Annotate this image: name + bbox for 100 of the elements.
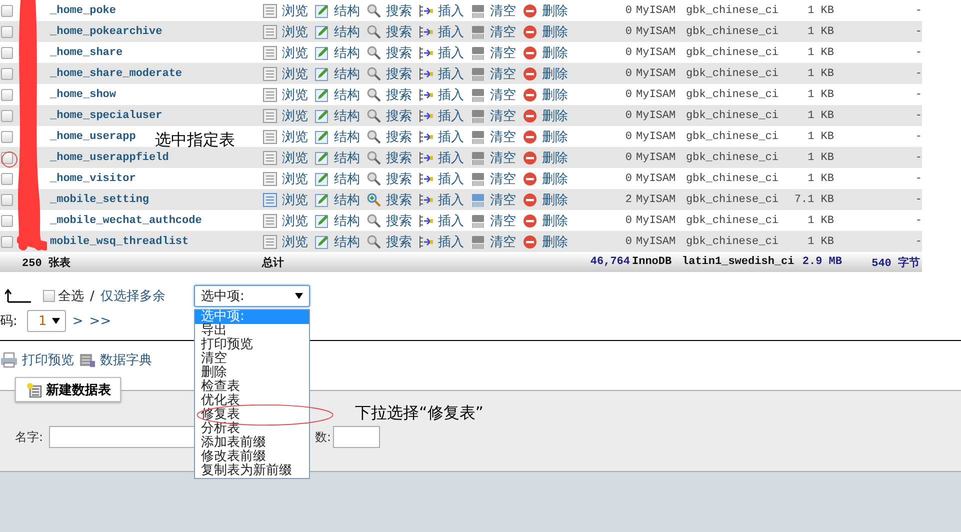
edit-table-icon[interactable] [314,44,330,60]
delete-icon[interactable] [522,150,538,166]
action-link[interactable]: 清空 [490,170,516,188]
dropdown-option[interactable]: 复制表为新前缀 [195,464,309,478]
action-link[interactable]: 删除 [542,128,568,146]
insert-row-icon[interactable] [418,86,434,102]
action-link[interactable]: 搜索 [386,232,412,250]
insert-row-icon[interactable] [418,44,434,60]
table-icon[interactable] [262,24,278,40]
action-link[interactable]: 浏览 [282,128,308,146]
table-name-link[interactable]: _home_specialuser [50,110,162,122]
action-link[interactable]: 删除 [542,2,568,20]
edit-table-icon[interactable] [314,2,330,18]
insert-row-icon[interactable] [418,234,434,250]
insert-row-icon[interactable] [418,66,434,82]
row-checkbox[interactable] [1,236,13,248]
action-link[interactable]: 搜索 [386,170,412,188]
table-icon[interactable] [262,44,278,60]
next-page-link[interactable]: > [72,314,84,328]
edit-table-icon[interactable] [314,108,330,124]
action-link[interactable]: 插入 [438,212,464,230]
action-link[interactable]: 浏览 [282,106,308,124]
shredder-icon[interactable] [470,24,486,40]
action-link[interactable]: 插入 [438,190,464,208]
row-checkbox[interactable] [1,46,13,58]
insert-row-icon[interactable] [418,108,434,124]
search-icon[interactable] [366,2,382,18]
shredder-icon[interactable] [470,192,486,208]
action-link[interactable]: 插入 [438,232,464,250]
search-icon[interactable] [366,44,382,60]
insert-row-icon[interactable] [418,2,434,18]
action-link[interactable]: 插入 [438,148,464,166]
delete-icon[interactable] [522,2,538,18]
action-link[interactable]: 浏览 [282,232,308,250]
action-link[interactable]: 插入 [438,2,464,20]
row-checkbox[interactable] [1,130,13,142]
edit-table-icon[interactable] [314,66,330,82]
table-icon[interactable] [262,128,278,144]
edit-table-icon[interactable] [314,86,330,102]
search-icon[interactable] [366,108,382,124]
action-link[interactable]: 结构 [334,128,360,146]
row-checkbox[interactable] [1,26,13,38]
shredder-icon[interactable] [470,234,486,250]
action-link[interactable]: 结构 [334,190,360,208]
dropdown-option[interactable]: 分析表 [195,422,309,436]
action-select[interactable]: 选中项: [194,285,310,307]
action-link[interactable]: 插入 [438,44,464,62]
delete-icon[interactable] [522,212,538,228]
shredder-icon[interactable] [470,44,486,60]
action-link[interactable]: 结构 [334,170,360,188]
action-link[interactable]: 插入 [438,170,464,188]
print-preview-link[interactable]: 打印预览 [22,351,74,369]
action-link[interactable]: 插入 [438,22,464,40]
action-link[interactable]: 清空 [490,148,516,166]
action-link[interactable]: 搜索 [386,44,412,62]
search-icon[interactable] [366,212,382,228]
table-icon[interactable] [262,2,278,18]
action-link[interactable]: 搜索 [386,106,412,124]
action-link[interactable]: 删除 [542,106,568,124]
search-icon[interactable] [366,170,382,186]
select-overhead-link[interactable]: 仅选择多余 [100,287,166,305]
table-name-link[interactable]: _home_pokearchive [50,26,162,38]
table-name-link[interactable]: _mobile_wechat_authcode [50,214,202,226]
table-name-link[interactable]: _home_visitor [50,172,136,184]
action-link[interactable]: 插入 [438,106,464,124]
edit-table-icon[interactable] [314,128,330,144]
dropdown-option[interactable]: 导出 [195,324,309,338]
action-link[interactable]: 搜索 [386,190,412,208]
search-icon[interactable] [366,66,382,82]
shredder-icon[interactable] [470,212,486,228]
action-link[interactable]: 结构 [334,22,360,40]
search-icon[interactable] [366,234,382,250]
table-name-link[interactable]: _mobile_setting [50,194,150,206]
shredder-icon[interactable] [470,66,486,82]
action-link[interactable]: 浏览 [282,212,308,230]
action-link[interactable]: 清空 [490,232,516,250]
insert-row-icon[interactable] [418,170,434,186]
action-link[interactable]: 结构 [334,44,360,62]
action-link[interactable]: 搜索 [386,86,412,104]
table-name-link[interactable]: _home_poke [50,4,116,16]
table-icon[interactable] [262,108,278,124]
table-icon[interactable] [262,192,278,208]
action-link[interactable]: 清空 [490,212,516,230]
table-icon[interactable] [262,212,278,228]
action-link[interactable]: 浏览 [282,170,308,188]
action-link[interactable]: 删除 [542,64,568,82]
action-link[interactable]: 搜索 [386,2,412,20]
edit-table-icon[interactable] [314,234,330,250]
delete-icon[interactable] [522,44,538,60]
last-page-link[interactable]: >> [89,314,112,328]
table-icon[interactable] [262,66,278,82]
delete-icon[interactable] [522,128,538,144]
delete-icon[interactable] [522,108,538,124]
action-link[interactable]: 删除 [542,190,568,208]
row-checkbox[interactable] [1,110,13,122]
action-link[interactable]: 删除 [542,212,568,230]
table-icon[interactable] [262,234,278,250]
edit-table-icon[interactable] [314,150,330,166]
action-link[interactable]: 结构 [334,64,360,82]
action-link[interactable]: 搜索 [386,148,412,166]
